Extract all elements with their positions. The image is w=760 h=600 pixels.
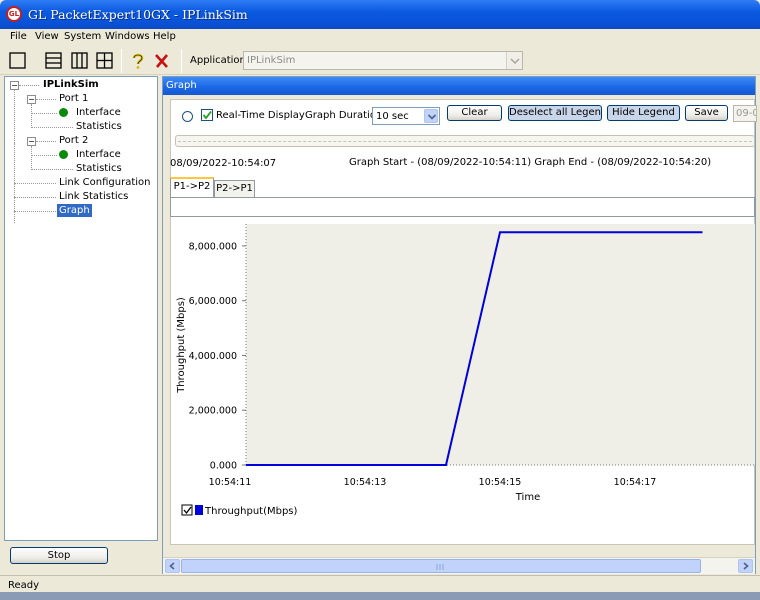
- y-tick-label: 2,000.000: [189, 406, 237, 417]
- tree-port-1[interactable]: Port 1: [59, 93, 88, 104]
- graph-duration-value: 10 sec: [376, 111, 409, 122]
- status-dot-icon: [59, 150, 68, 159]
- realtime-checkbox[interactable]: [201, 109, 213, 121]
- navigation-tree: − IPLinkSim − Port 1 Interface Statistic…: [4, 76, 158, 541]
- horizontal-scrollbar[interactable]: [163, 557, 755, 574]
- scroll-thumb[interactable]: [181, 559, 701, 573]
- vertical-split-icon[interactable]: [70, 51, 90, 71]
- tab-p2-p1[interactable]: P2->P1: [214, 180, 255, 197]
- y-tick-label: 8,000.000: [189, 241, 237, 252]
- tree-line: [19, 85, 39, 86]
- tree-port2-statistics[interactable]: Statistics: [76, 163, 122, 174]
- x-tick-label: 10:54:15: [479, 477, 522, 488]
- scroll-right-icon[interactable]: [738, 559, 753, 573]
- collapse-icon[interactable]: −: [10, 81, 19, 90]
- close-icon[interactable]: [152, 51, 172, 71]
- status-dot-icon: [59, 108, 68, 117]
- graph-panel: Graph Real-Time Display Graph Duration 1…: [162, 76, 757, 574]
- tab-p1-p2[interactable]: P1->P2: [170, 177, 214, 197]
- chevron-down-icon[interactable]: [506, 52, 522, 69]
- menu-bar: File View System Windows Help: [0, 29, 760, 46]
- tree-port-2[interactable]: Port 2: [59, 135, 88, 146]
- tree-line: [31, 169, 73, 170]
- tree-link-configuration[interactable]: Link Configuration: [59, 177, 150, 188]
- mode-radio[interactable]: [182, 111, 193, 122]
- tree-line: [14, 197, 56, 198]
- collapse-icon[interactable]: −: [27, 137, 36, 146]
- tree-port1-statistics[interactable]: Statistics: [76, 121, 122, 132]
- horizontal-split-icon[interactable]: [44, 51, 64, 71]
- application-label: Application:: [190, 55, 250, 66]
- collapse-icon[interactable]: −: [27, 95, 36, 104]
- help-icon[interactable]: [128, 51, 148, 71]
- tree-line: [31, 146, 32, 170]
- realtime-label: Real-Time Display: [216, 110, 305, 121]
- stop-button[interactable]: Stop: [10, 547, 108, 564]
- y-axis-ticks: 0.000 2,000.000 4,000.000 6,000.000 8,000.00…: [189, 241, 246, 472]
- legend-label: Throughput(Mbps): [204, 506, 298, 517]
- tree-link-statistics[interactable]: Link Statistics: [59, 191, 128, 202]
- x-tick-label: 10:54:11: [209, 477, 252, 488]
- app-logo-icon: GL: [6, 6, 22, 22]
- y-axis-label: Throughput (Mbps): [176, 297, 187, 394]
- application-select[interactable]: IPLinkSim: [243, 51, 523, 70]
- tab-content-strip: [170, 197, 755, 217]
- graph-panel-header: Graph: [163, 77, 755, 95]
- menu-windows[interactable]: Windows: [105, 31, 150, 42]
- toolbar-separator: [121, 49, 122, 73]
- slider-track: [178, 141, 752, 142]
- menu-view[interactable]: View: [35, 31, 59, 42]
- application-select-value: IPLinkSim: [247, 55, 296, 66]
- tree-line: [31, 127, 73, 128]
- tree-line: [31, 113, 57, 114]
- window-title: GL PacketExpert10GX - IPLinkSim: [28, 7, 248, 22]
- scroll-left-icon[interactable]: [165, 559, 180, 573]
- tree-line: [36, 141, 56, 142]
- tree-port1-interface[interactable]: Interface: [76, 107, 121, 118]
- y-tick-label: 4,000.000: [189, 351, 237, 362]
- save-button[interactable]: Save: [685, 105, 728, 121]
- menu-file[interactable]: File: [10, 31, 27, 42]
- chevron-down-icon[interactable]: [424, 109, 438, 123]
- title-bar[interactable]: GL GL PacketExpert10GX - IPLinkSim: [0, 0, 760, 29]
- x-tick-label: 10:54:13: [344, 477, 387, 488]
- tree-graph-selected[interactable]: Graph: [57, 204, 92, 217]
- single-view-icon[interactable]: [8, 51, 28, 71]
- x-axis-label: Time: [515, 492, 540, 503]
- tree-line: [31, 155, 57, 156]
- plot-area: [246, 224, 755, 465]
- menu-help[interactable]: Help: [153, 31, 176, 42]
- application-window: GL GL PacketExpert10GX - IPLinkSim File …: [0, 0, 760, 600]
- y-tick-label: 0.000: [210, 461, 237, 472]
- graph-range: Graph Start - (08/09/2022-10:54:11) Grap…: [349, 157, 712, 168]
- graph-duration-select[interactable]: 10 sec: [372, 107, 440, 125]
- menu-system[interactable]: System: [64, 31, 101, 42]
- quad-view-icon[interactable]: [95, 51, 115, 71]
- legend-swatch: [195, 505, 203, 515]
- tree-line: [36, 99, 56, 100]
- x-tick-label: 10:54:17: [614, 477, 657, 488]
- date-field[interactable]: 09-0: [733, 105, 757, 122]
- status-text: Ready: [8, 580, 40, 591]
- clear-button[interactable]: Clear: [447, 105, 502, 121]
- tree-line: [14, 183, 56, 184]
- graph-duration-label: Graph Duration: [305, 110, 383, 121]
- current-time: 08/09/2022-10:54:07: [170, 158, 277, 169]
- tree-line: [31, 104, 32, 128]
- tree-port2-interface[interactable]: Interface: [76, 149, 121, 160]
- x-axis-ticks: 10:54:11 10:54:13 10:54:15 10:54:17: [209, 477, 657, 488]
- taskbar-edge: [0, 592, 760, 600]
- deselect-all-legends-button[interactable]: Deselect all Legends: [508, 105, 602, 121]
- hide-legend-button[interactable]: Hide Legend: [607, 105, 680, 121]
- time-slider[interactable]: [175, 135, 755, 147]
- tree-line: [14, 90, 15, 143]
- toolbar-separator: [181, 49, 182, 73]
- tree-line: [14, 211, 56, 212]
- tree-root-iplinksim[interactable]: IPLinkSim: [43, 79, 99, 90]
- y-tick-label: 6,000.000: [189, 296, 237, 307]
- throughput-chart: 0.000 2,000.000 4,000.000 6,000.000 8,000.00…: [176, 224, 755, 517]
- legend-checkbox[interactable]: [181, 504, 193, 516]
